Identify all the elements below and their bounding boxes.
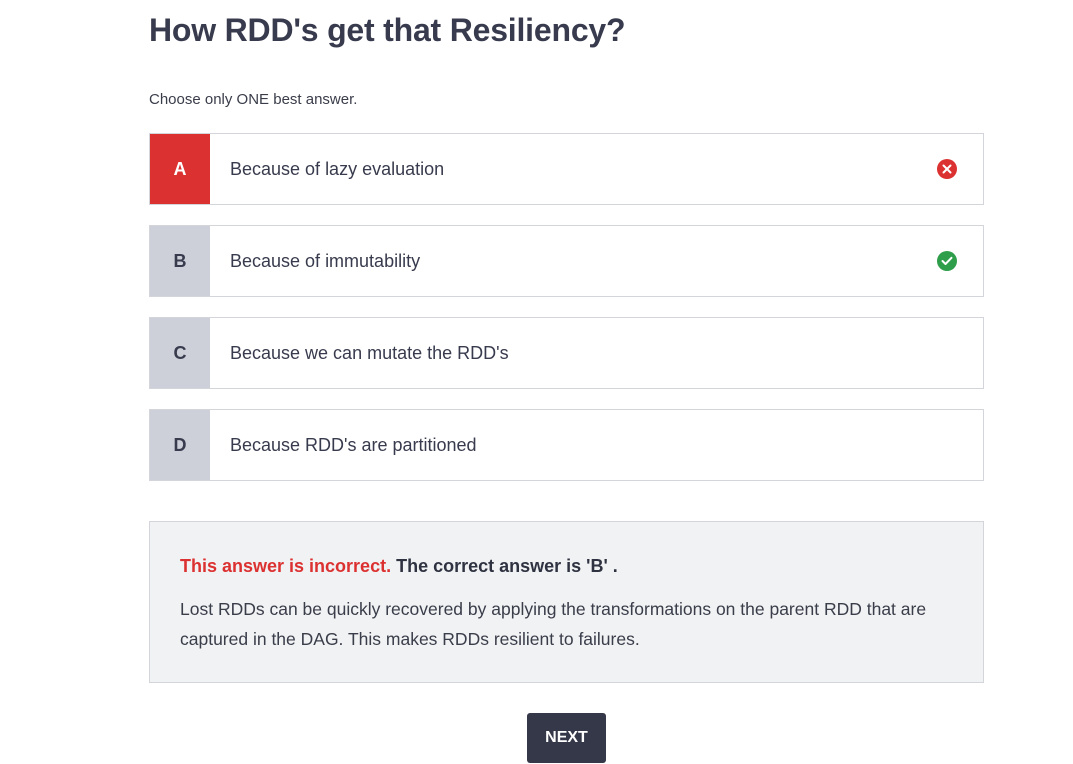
option-letter: A [150, 134, 210, 204]
correct-answer-text: The correct answer is 'B' . [396, 556, 618, 576]
option-b[interactable]: B Because of immutability [149, 225, 984, 297]
option-letter: B [150, 226, 210, 296]
option-status [911, 134, 983, 204]
check-circle-icon [937, 251, 957, 271]
option-text: Because of immutability [230, 250, 421, 271]
question-instruction: Choose only ONE best answer. [149, 91, 358, 108]
option-a[interactable]: A Because of lazy evaluation [149, 133, 984, 205]
option-status [911, 226, 983, 296]
next-button[interactable]: NEXT [527, 713, 606, 763]
x-circle-icon [937, 159, 957, 179]
feedback-headline: This answer is incorrect. The correct an… [180, 556, 618, 577]
question-title: How RDD's get that Resiliency? [149, 12, 626, 48]
option-text: Because we can mutate the RDD's [230, 342, 509, 363]
option-text: Because of lazy evaluation [230, 158, 445, 179]
option-letter: D [150, 410, 210, 480]
feedback-panel: This answer is incorrect. The correct an… [149, 521, 984, 683]
incorrect-label: This answer is incorrect. [180, 556, 392, 576]
option-d[interactable]: D Because RDD's are partitioned [149, 409, 984, 481]
option-letter: C [150, 318, 210, 388]
option-text: Because RDD's are partitioned [230, 434, 477, 455]
feedback-explanation: Lost RDDs can be quickly recovered by ap… [180, 599, 927, 649]
option-c[interactable]: C Because we can mutate the RDD's [149, 317, 984, 389]
